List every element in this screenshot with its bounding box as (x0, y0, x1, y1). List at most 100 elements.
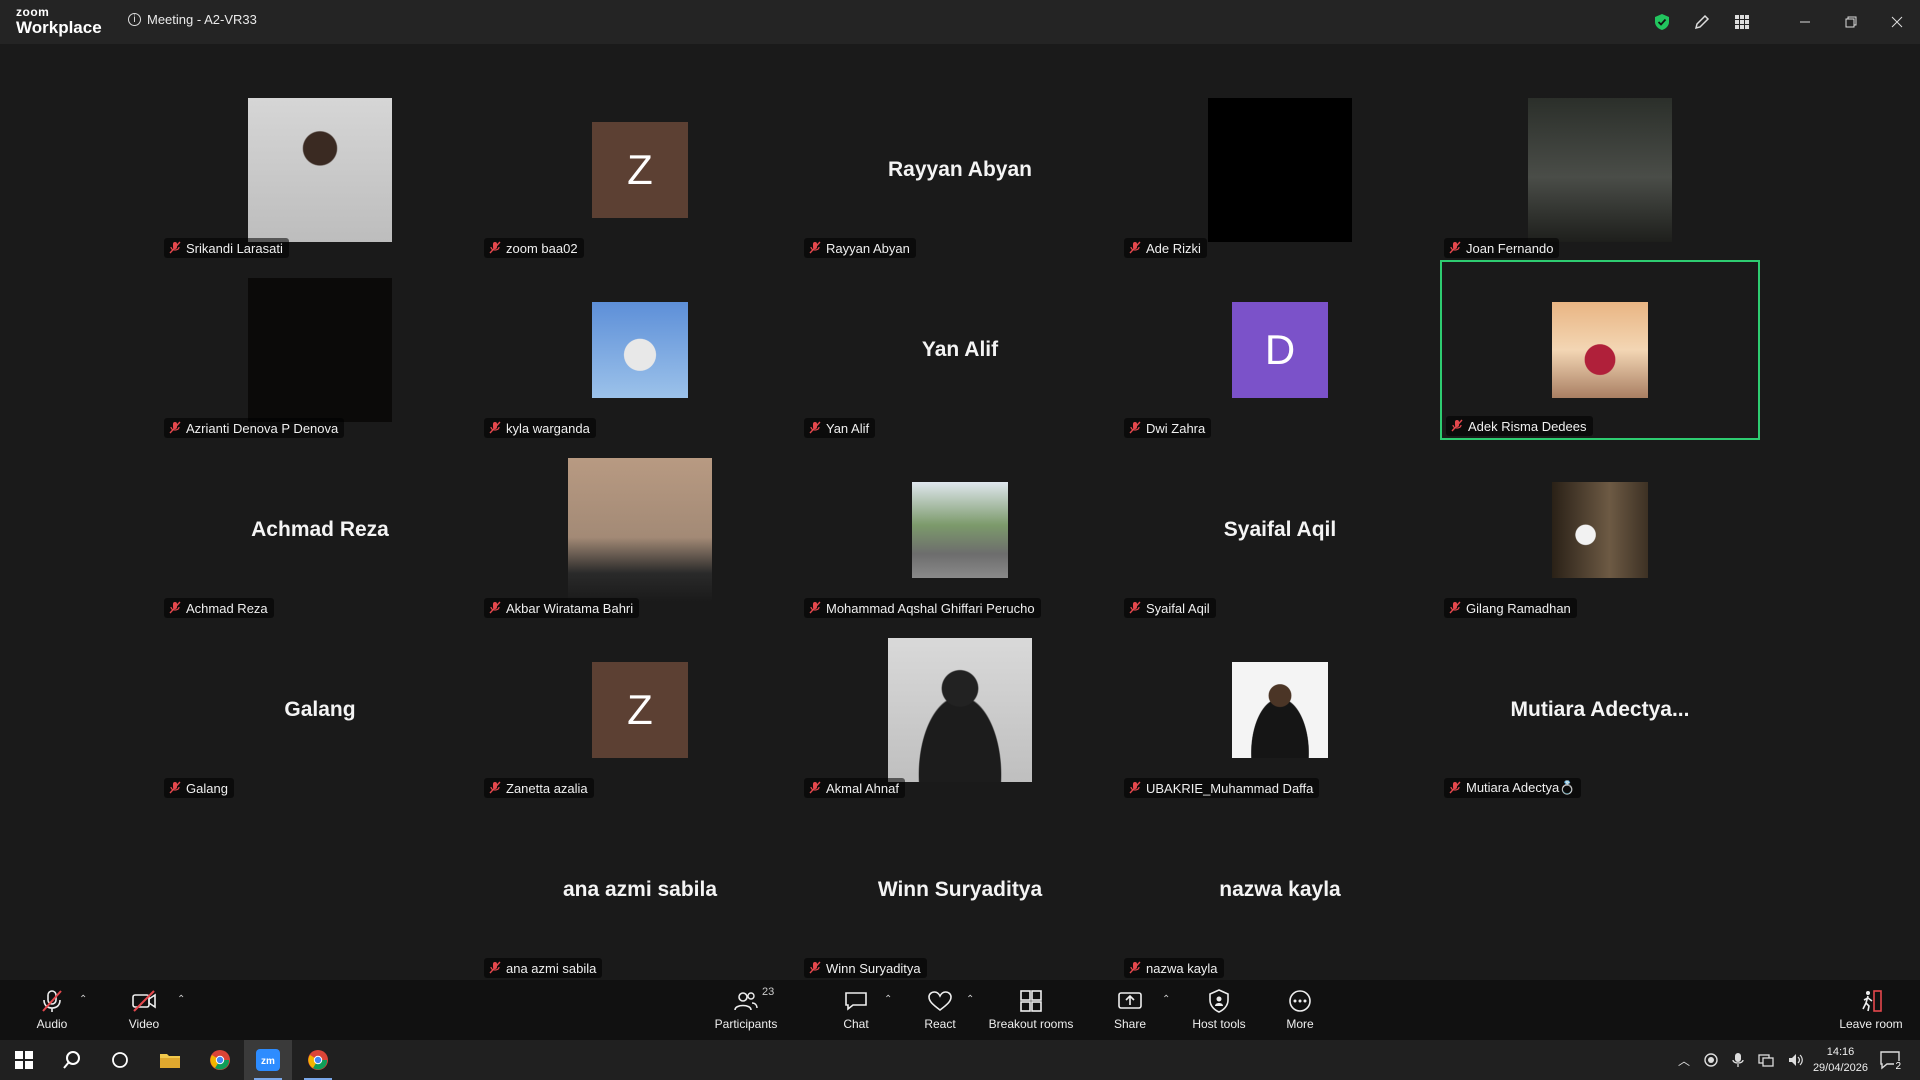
audio-options-chevron-icon[interactable]: ⌃ (79, 994, 87, 1005)
participant-name: nazwa kayla (1146, 960, 1218, 976)
react-label: React (924, 1017, 956, 1031)
participant-name-label: Galang (164, 778, 234, 798)
participant-name: Yan Alif (826, 420, 870, 436)
participant-name: Zanetta azalia (506, 780, 588, 796)
participant-tile[interactable]: Yan Alif Yan Alif (800, 260, 1120, 440)
more-icon (1289, 990, 1311, 1012)
video-options-chevron-icon[interactable]: ⌃ (177, 994, 185, 1005)
participant-tile[interactable]: Mohammad Aqshal Ghiffari Perucho (800, 440, 1120, 620)
chrome-icon[interactable] (196, 1040, 244, 1080)
muted-mic-icon (1449, 781, 1461, 794)
participants-icon (734, 992, 758, 1011)
minimize-button[interactable] (1782, 0, 1828, 44)
participant-tile[interactable]: Winn Suryaditya Winn Suryaditya (800, 800, 1120, 980)
participant-name-label: UBAKRIE_Muhammad Daffa (1124, 778, 1320, 798)
file-explorer-icon[interactable] (146, 1040, 194, 1080)
participant-tile[interactable]: Ade Rizki (1120, 80, 1440, 260)
audio-button[interactable]: Audio (24, 980, 80, 1040)
participant-tile[interactable]: Achmad Reza Achmad Reza (160, 440, 480, 620)
more-button[interactable]: More (1274, 980, 1326, 1040)
breakout-rooms-button[interactable]: Breakout rooms (986, 980, 1076, 1040)
zoom-taskbar-icon[interactable]: zm (244, 1040, 292, 1080)
annotate-pencil-icon[interactable] (1682, 0, 1722, 44)
muted-mic-icon (489, 601, 501, 614)
participant-name-label: Mutiara Adectya💍 (1444, 778, 1582, 798)
chat-button[interactable]: Chat (830, 980, 882, 1040)
participant-display-name: Rayyan Abyan (888, 158, 1032, 181)
microphone-icon[interactable] (1732, 1052, 1744, 1068)
muted-mic-icon (169, 781, 181, 794)
avatar-initial: Z (592, 122, 688, 218)
participant-video (248, 98, 392, 242)
participant-tile[interactable]: kyla warganda (480, 260, 800, 440)
participant-name: ana azmi sabila (506, 960, 597, 976)
participant-tile[interactable]: Syaifal Aqil Syaifal Aqil (1120, 440, 1440, 620)
search-icon[interactable] (48, 1040, 96, 1080)
close-button[interactable] (1874, 0, 1920, 44)
share-screen-icon (1118, 992, 1142, 1009)
participant-tile[interactable]: Rayyan Abyan Rayyan Abyan (800, 80, 1120, 260)
restore-button[interactable] (1828, 0, 1874, 44)
participant-name: Azrianti Denova P Denova (186, 420, 339, 436)
tray-chevron-icon[interactable]: ︿ (1678, 1052, 1690, 1069)
participant-tile[interactable]: Srikandi Larasati (160, 80, 480, 260)
participant-tile[interactable]: Zzoom baa02 (480, 80, 800, 260)
info-icon[interactable]: i (128, 13, 141, 26)
meeting-info[interactable]: i Meeting - A2-VR33 (128, 12, 257, 27)
svg-text:zm: zm (261, 1056, 275, 1067)
participant-name-label: nazwa kayla (1124, 958, 1224, 978)
video-button[interactable]: Video (116, 980, 172, 1040)
screen-record-icon[interactable] (1704, 1053, 1718, 1067)
participant-name-label: ana azmi sabila (484, 958, 603, 978)
participant-name: Achmad Reza (186, 600, 268, 616)
participant-tile[interactable]: Akbar Wiratama Bahri (480, 440, 800, 620)
apps-grid-icon[interactable] (1722, 0, 1762, 44)
participant-tile[interactable]: Mutiara Adectya... Mutiara Adectya💍 (1440, 620, 1760, 800)
muted-mic-icon (1129, 601, 1141, 614)
participant-name-label: Azrianti Denova P Denova (164, 418, 345, 438)
participant-tile[interactable]: D Dwi Zahra (1120, 260, 1440, 440)
participant-name: Winn Suryaditya (826, 960, 921, 976)
participant-tile[interactable]: Adek Risma Dedees (1440, 260, 1760, 440)
windows-start-icon[interactable] (0, 1040, 48, 1080)
participant-name: Mutiara Adectya💍 (1466, 780, 1576, 795)
participant-display-name: Yan Alif (921, 338, 999, 361)
system-clock[interactable]: 14:16 29/04/2026 (1813, 1044, 1868, 1076)
notifications-icon[interactable]: 2 (1866, 1040, 1914, 1080)
chrome-profile-icon[interactable] (294, 1040, 342, 1080)
participant-video (592, 302, 688, 398)
encryption-shield-icon[interactable] (1642, 0, 1682, 44)
participant-tile[interactable]: Akmal Ahnaf (800, 620, 1120, 800)
participant-tile[interactable]: UBAKRIE_Muhammad Daffa (1120, 620, 1440, 800)
leave-room-button[interactable]: Leave room (1834, 980, 1908, 1040)
participant-name-label: Yan Alif (804, 418, 876, 438)
participant-video (568, 458, 712, 602)
share-options-chevron-icon[interactable]: ⌃ (1162, 994, 1170, 1005)
participant-tile[interactable]: nazwa kayla nazwa kayla (1120, 800, 1440, 980)
volume-icon[interactable] (1788, 1053, 1804, 1067)
meeting-controls: Audio ⌃ Video ⌃ Participants 23 Chat ⌃ R… (0, 980, 1920, 1040)
participant-tile[interactable]: Joan Fernando (1440, 80, 1760, 260)
network-icon[interactable] (1758, 1053, 1774, 1067)
participant-name-label: Achmad Reza (164, 598, 274, 618)
muted-mic-icon (1449, 601, 1461, 614)
participant-tile[interactable]: Gilang Ramadhan (1440, 440, 1760, 620)
task-view-icon[interactable] (96, 1040, 144, 1080)
participant-tile[interactable]: Azrianti Denova P Denova (160, 260, 480, 440)
participant-tile[interactable]: ana azmi sabila ana azmi sabila (480, 800, 800, 980)
host-tools-button[interactable]: Host tools (1184, 980, 1254, 1040)
clock-time: 14:16 (1826, 1046, 1855, 1058)
participant-tile[interactable]: Galang Galang (160, 620, 480, 800)
chat-options-chevron-icon[interactable]: ⌃ (884, 994, 892, 1005)
participants-count: 23 (762, 986, 775, 998)
participant-name: Rayyan Abyan (826, 240, 910, 256)
react-options-chevron-icon[interactable]: ⌃ (966, 994, 974, 1005)
share-button[interactable]: Share (1104, 980, 1156, 1040)
react-button[interactable]: React (914, 980, 966, 1040)
participant-tile[interactable]: Z Zanetta azalia (480, 620, 800, 800)
participant-name-label: Akbar Wiratama Bahri (484, 598, 640, 618)
participant-display-name: Galang (284, 698, 356, 721)
participant-name: Adek Risma Dedees (1468, 418, 1587, 434)
breakout-rooms-icon (1020, 990, 1042, 1012)
host-tools-label: Host tools (1192, 1017, 1246, 1031)
